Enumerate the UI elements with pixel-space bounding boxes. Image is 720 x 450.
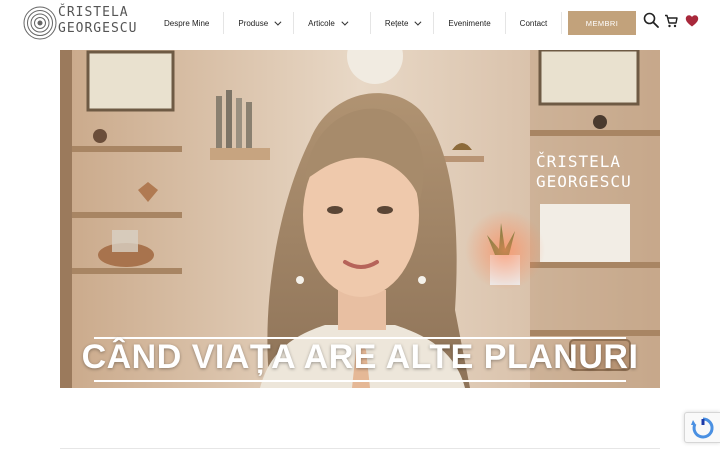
cart-icon[interactable] xyxy=(664,14,678,28)
search-icon[interactable] xyxy=(643,12,659,28)
logo-line-2: GEORGESCU xyxy=(58,21,138,36)
hero-title-rule-bottom xyxy=(94,380,626,382)
nav-label: Contact xyxy=(519,18,548,28)
nav-label: Rețete xyxy=(384,18,409,28)
hero-banner[interactable]: ČRISTELA GEORGESCU CÂND VIAȚA ARE ALTE P… xyxy=(60,50,660,388)
nav-item-contact[interactable]: Contact xyxy=(506,10,562,36)
nav-item-retete[interactable]: Rețete xyxy=(371,10,434,36)
nav-label: Evenimente xyxy=(448,18,491,28)
site-header: ČRISTELA GEORGESCU Despre Mine Produse A… xyxy=(0,0,720,48)
recaptcha-icon xyxy=(691,417,714,439)
logo-line-1: ČRISTELA xyxy=(58,5,129,20)
nav-label: Despre Mine xyxy=(164,18,210,28)
nav-item-despre-mine[interactable]: Despre Mine xyxy=(150,10,223,36)
hero-title: CÂND VIAȚA ARE ALTE PLANURI xyxy=(81,338,639,376)
nav-label: Articole xyxy=(308,18,335,28)
nav-label: Produse xyxy=(238,18,269,28)
site-logo[interactable]: ČRISTELA GEORGESCU xyxy=(22,5,137,43)
watermark-line-1: ČRISTELA xyxy=(536,152,622,171)
recaptcha-badge[interactable] xyxy=(684,412,720,443)
nav-item-produse[interactable]: Produse xyxy=(224,10,293,36)
hero-watermark: ČRISTELA GEORGESCU xyxy=(536,152,646,192)
watermark-line-2: GEORGESCU xyxy=(536,172,632,191)
chevron-down-icon xyxy=(274,18,282,26)
logo-wordmark: ČRISTELA GEORGESCU xyxy=(58,5,138,37)
section-divider xyxy=(60,448,660,449)
chevron-down-icon xyxy=(341,18,349,26)
main-nav: Despre Mine Produse Articole Rețete Even… xyxy=(150,10,563,36)
spiral-icon xyxy=(23,6,57,40)
nav-divider xyxy=(561,12,563,34)
members-button[interactable]: MEMBRI xyxy=(568,11,636,35)
nav-item-articole[interactable]: Articole xyxy=(294,10,370,36)
chevron-down-icon xyxy=(414,18,422,26)
heart-icon[interactable] xyxy=(685,14,699,28)
nav-item-evenimente[interactable]: Evenimente xyxy=(434,10,504,36)
